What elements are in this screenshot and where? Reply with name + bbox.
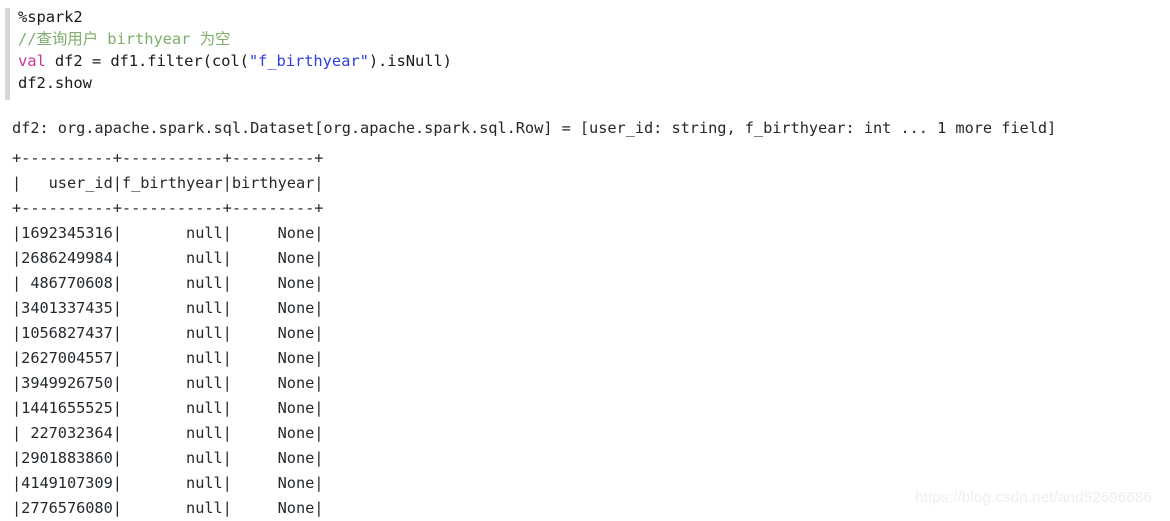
output-area: df2: org.apache.spark.sql.Dataset[org.ap… [0, 113, 1170, 521]
interpreter-directive: %spark2 [18, 8, 83, 26]
code-line-comment: //查询用户 birthyear 为空 [18, 28, 1170, 50]
code-gutter-bar [5, 8, 10, 100]
table-row: | 486770608| null| None| [12, 274, 324, 292]
table-body: |1692345316| null| None| |2686249984| nul… [0, 221, 1170, 521]
code-editor[interactable]: %spark2 //查询用户 birthyear 为空 val df2 = df… [0, 6, 1170, 94]
code-line-statement: val df2 = df1.filter(col("f_birthyear").… [18, 50, 1170, 72]
table-row: |3949926750| null| None| [12, 374, 324, 392]
table-row: |1692345316| null| None| [12, 224, 324, 242]
table-separator-top: +----------+-----------+---------+ [12, 149, 324, 167]
code-line-show: df2.show [18, 72, 1170, 94]
csdn-watermark: https://blog.csdn.net/and52696686 [915, 489, 1152, 506]
code-cell[interactable]: %spark2 //查询用户 birthyear 为空 val df2 = df… [0, 0, 1170, 100]
table-row: |1441655525| null| None| [12, 399, 324, 417]
code-comment: //查询用户 birthyear 为空 [18, 30, 231, 48]
table-row: |3401337435| null| None| [12, 299, 324, 317]
table-row: |2686249984| null| None| [12, 249, 324, 267]
table-row: |1056827437| null| None| [12, 324, 324, 342]
keyword-val: val [18, 52, 46, 70]
dataset-schema-line: df2: org.apache.spark.sql.Dataset[org.ap… [12, 119, 1057, 137]
statement-before-string: df2 = df1.filter(col( [45, 52, 249, 70]
table-row: |2627004557| null| None| [12, 349, 324, 367]
table-row: |2901883860| null| None| [12, 449, 324, 467]
string-literal-column-name: "f_birthyear" [248, 52, 369, 70]
table-header-row: | user_id|f_birthyear|birthyear| [12, 174, 324, 192]
statement-after-string: ).isNull) [368, 52, 452, 70]
table-separator-header: +----------+-----------+---------+ [12, 199, 324, 217]
table-row: | 227032364| null| None| [12, 424, 324, 442]
show-call: df2.show [18, 74, 92, 92]
code-line-interpreter: %spark2 [18, 6, 1170, 28]
